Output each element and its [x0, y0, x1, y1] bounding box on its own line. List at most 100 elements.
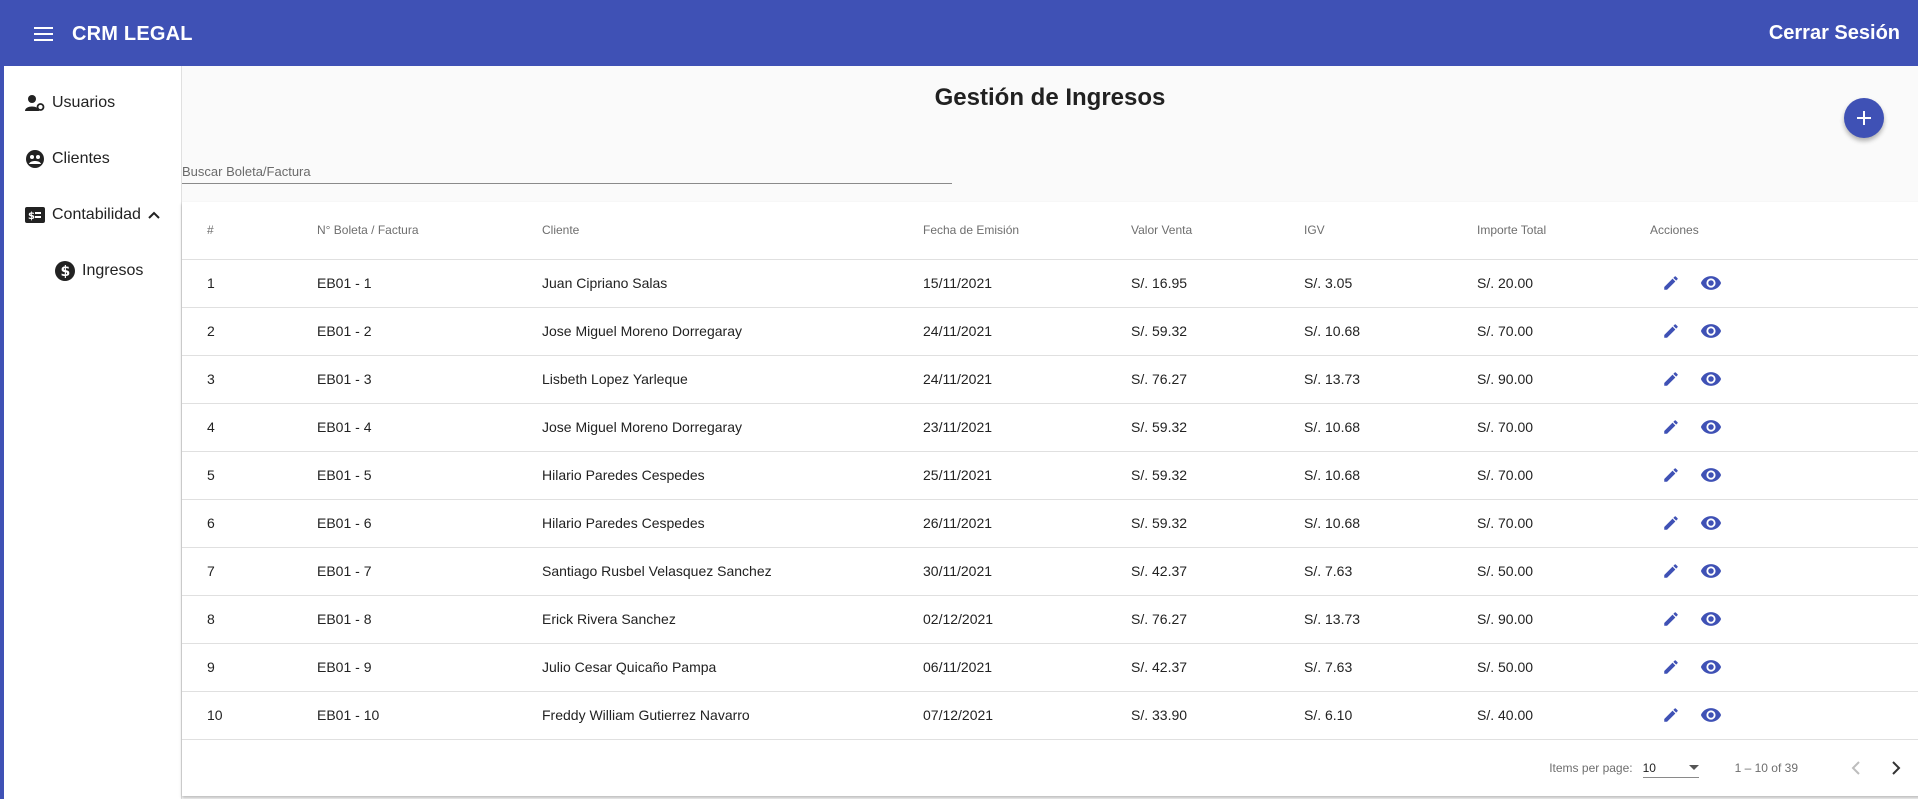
- user-settings-icon: [24, 92, 46, 114]
- actions-cell: [1650, 307, 1918, 356]
- edit-icon[interactable]: [1656, 700, 1686, 730]
- dollar-circle-icon: $: [54, 260, 76, 282]
- sale-value-cell: S/. 59.32: [1131, 451, 1304, 500]
- issue-date-cell: 26/11/2021: [923, 499, 1131, 548]
- view-icon[interactable]: [1696, 556, 1726, 586]
- view-icon[interactable]: [1696, 460, 1726, 490]
- search-field: [182, 154, 952, 184]
- chevron-right-icon: [1892, 761, 1901, 775]
- column-header: IGV: [1304, 202, 1477, 260]
- row-number-cell: 9: [182, 643, 317, 692]
- invoice-number-cell: EB01 - 2: [317, 307, 542, 356]
- chevron-left-icon: [1851, 761, 1860, 775]
- total-amount-cell: S/. 50.00: [1477, 643, 1650, 692]
- actions-cell: [1650, 547, 1918, 596]
- total-amount-cell: S/. 70.00: [1477, 451, 1650, 500]
- sidebar-item-usuarios[interactable]: Usuarios: [24, 88, 115, 118]
- actions-cell: [1650, 499, 1918, 548]
- invoice-number-cell: EB01 - 6: [317, 499, 542, 548]
- sidebar-item-label: Ingresos: [82, 262, 144, 279]
- issue-date-cell: 24/11/2021: [923, 307, 1131, 356]
- app-frame: CRM LEGAL Cerrar Sesión Usuarios Cliente…: [4, 2, 1918, 799]
- table-row: 2 EB01 - 2 Jose Miguel Moreno Dorregaray 24…: [182, 307, 1918, 356]
- igv-value-cell: S/. 7.63: [1304, 643, 1477, 692]
- edit-icon[interactable]: [1656, 460, 1686, 490]
- chevron-up-icon[interactable]: [143, 204, 165, 226]
- sale-value-cell: S/. 33.90: [1131, 691, 1304, 740]
- sidebar-item-ingresos[interactable]: $ Ingresos: [54, 256, 143, 286]
- edit-icon[interactable]: [1656, 412, 1686, 442]
- sale-value-cell: S/. 16.95: [1131, 259, 1304, 308]
- table-row: 4 EB01 - 4 Jose Miguel Moreno Dorregaray 23…: [182, 403, 1918, 452]
- actions-cell: [1650, 259, 1918, 308]
- svg-text:$: $: [28, 211, 35, 222]
- actions-cell: [1650, 691, 1918, 740]
- sale-value-cell: S/. 76.27: [1131, 595, 1304, 644]
- edit-icon[interactable]: [1656, 364, 1686, 394]
- sidebar: Usuarios Clientes $ Contabilidad $ Ingre…: [4, 66, 182, 799]
- clients-icon: [24, 148, 46, 170]
- edit-icon[interactable]: [1656, 268, 1686, 298]
- sidebar-item-label: Contabilidad: [52, 206, 141, 223]
- view-icon[interactable]: [1696, 508, 1726, 538]
- view-icon[interactable]: [1696, 268, 1726, 298]
- view-icon[interactable]: [1696, 316, 1726, 346]
- total-amount-cell: S/. 40.00: [1477, 691, 1650, 740]
- invoice-number-cell: EB01 - 4: [317, 403, 542, 452]
- total-amount-cell: S/. 90.00: [1477, 355, 1650, 404]
- igv-value-cell: S/. 10.68: [1304, 451, 1477, 500]
- page-size-value: 10: [1642, 760, 1656, 775]
- column-header: Valor Venta: [1131, 202, 1304, 260]
- app-title: CRM LEGAL: [72, 22, 193, 45]
- row-number-cell: 6: [182, 499, 317, 548]
- logout-button[interactable]: Cerrar Sesión: [1769, 22, 1900, 45]
- accounting-icon: $: [24, 204, 46, 226]
- view-icon[interactable]: [1696, 364, 1726, 394]
- edit-icon[interactable]: [1656, 652, 1686, 682]
- issue-date-cell: 23/11/2021: [923, 403, 1131, 452]
- menu-icon[interactable]: [20, 10, 68, 58]
- invoice-number-cell: EB01 - 7: [317, 547, 542, 596]
- invoice-number-cell: EB01 - 5: [317, 451, 542, 500]
- total-amount-cell: S/. 50.00: [1477, 547, 1650, 596]
- igv-value-cell: S/. 10.68: [1304, 403, 1477, 452]
- sidebar-item-clientes[interactable]: Clientes: [24, 144, 110, 174]
- client-name-cell: Freddy William Gutierrez Navarro: [542, 691, 923, 740]
- previous-page-button[interactable]: [1836, 748, 1876, 788]
- edit-icon[interactable]: [1656, 508, 1686, 538]
- issue-date-cell: 15/11/2021: [923, 259, 1131, 308]
- table-row: 8 EB01 - 8 Erick Rivera Sanchez 02/12/2021 S…: [182, 595, 1918, 644]
- view-icon[interactable]: [1696, 604, 1726, 634]
- page-size-select[interactable]: 10: [1642, 758, 1699, 778]
- edit-icon[interactable]: [1656, 556, 1686, 586]
- igv-value-cell: S/. 6.10: [1304, 691, 1477, 740]
- sale-value-cell: S/. 76.27: [1131, 355, 1304, 404]
- table-header-row: # N° Boleta / Factura Cliente Fecha de E…: [182, 202, 1918, 260]
- table-row: 1 EB01 - 1 Juan Cipriano Salas 15/11/2021 S/…: [182, 259, 1918, 308]
- igv-value-cell: S/. 10.68: [1304, 307, 1477, 356]
- search-input[interactable]: [182, 154, 952, 182]
- actions-cell: [1650, 595, 1918, 644]
- view-icon[interactable]: [1696, 652, 1726, 682]
- table-row: 5 EB01 - 5 Hilario Paredes Cespedes 25/11/2…: [182, 451, 1918, 500]
- edit-icon[interactable]: [1656, 316, 1686, 346]
- issue-date-cell: 30/11/2021: [923, 547, 1131, 596]
- sidebar-item-contabilidad[interactable]: $ Contabilidad: [24, 200, 171, 230]
- view-icon[interactable]: [1696, 412, 1726, 442]
- income-table: # N° Boleta / Factura Cliente Fecha de E…: [182, 202, 1918, 740]
- table-row: 7 EB01 - 7 Santiago Rusbel Velasquez Sanch…: [182, 547, 1918, 596]
- sale-value-cell: S/. 59.32: [1131, 307, 1304, 356]
- top-toolbar: CRM LEGAL Cerrar Sesión: [4, 2, 1918, 66]
- table-row: 6 EB01 - 6 Hilario Paredes Cespedes 26/11/2…: [182, 499, 1918, 548]
- page-range: 1 – 10 of 39: [1734, 761, 1798, 775]
- column-header: Importe Total: [1477, 202, 1650, 260]
- view-icon[interactable]: [1696, 700, 1726, 730]
- edit-icon[interactable]: [1656, 604, 1686, 634]
- add-button[interactable]: [1844, 98, 1884, 138]
- actions-cell: [1650, 403, 1918, 452]
- row-number-cell: 5: [182, 451, 317, 500]
- total-amount-cell: S/. 90.00: [1477, 595, 1650, 644]
- next-page-button[interactable]: [1876, 748, 1916, 788]
- main-content: Gestión de Ingresos # N° Boleta / Factur…: [182, 66, 1918, 799]
- row-number-cell: 7: [182, 547, 317, 596]
